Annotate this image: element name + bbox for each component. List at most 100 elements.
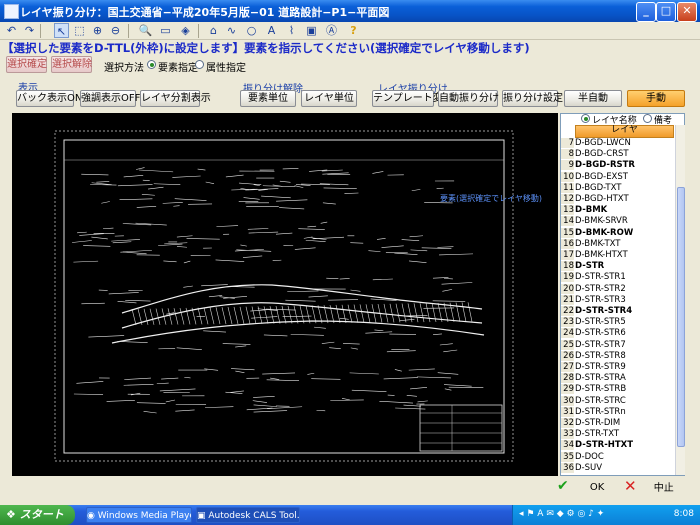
layer-row-name: D-STR-STRB <box>575 384 627 395</box>
layer-row-number: 29 <box>561 384 574 395</box>
help-icon[interactable]: ? <box>346 23 361 38</box>
minimize-button[interactable]: _ <box>636 2 656 22</box>
layer-row[interactable]: 9 D-BGD-RSTR <box>561 160 671 171</box>
layer-row[interactable]: 33 D-STR-TXT <box>561 429 671 440</box>
drawing-canvas[interactable]: 要素(選択確定でレイヤ移動) <box>12 113 558 476</box>
maximize-button[interactable]: □ <box>656 2 676 22</box>
unassign-layer-button[interactable]: レイヤ単位 <box>301 90 357 107</box>
layer-row[interactable]: 16 D-BMK-TXT <box>561 238 671 249</box>
release-selection-button[interactable]: 選択解除 <box>51 56 92 73</box>
layer-list[interactable]: 7 D-BGD-LWCN 8 D-BGD-CRST 9 D-BGD-RSTR 10 D-BGD… <box>561 138 674 474</box>
page-icon[interactable]: ▭ <box>158 23 173 38</box>
select-add-icon[interactable]: ⊕ <box>90 23 105 38</box>
template-change-button[interactable]: テンプレート変更 <box>372 90 453 107</box>
select-icon[interactable]: ⬚ <box>72 23 87 38</box>
radio-attribute[interactable] <box>195 60 204 69</box>
layer-row[interactable]: 24 D-STR-STR6 <box>561 328 671 339</box>
layer-row[interactable]: 32 D-STR-DIM <box>561 418 671 428</box>
assign-settings-button[interactable]: 振り分け設定 <box>502 90 563 107</box>
line-icon[interactable]: ∿ <box>224 23 239 38</box>
auto-assign-button[interactable]: 自動振り分け <box>438 90 499 107</box>
layer-row[interactable]: 18 D-STR <box>561 261 671 272</box>
layer-row-name: D-STR-STR4 <box>575 306 633 316</box>
toolbar: ↶ ↷ ↖ ⬚ ⊕ ⊖ 🔍 ▭ ◈ ⌂ ∿ ○ A ⌇ ▣ Ⓐ ? <box>0 22 700 40</box>
close-button[interactable]: ✕ <box>677 2 697 22</box>
layer-row[interactable]: 11 D-BGD-TXT <box>561 182 671 193</box>
layer-row[interactable]: 27 D-STR-STR9 <box>561 362 671 372</box>
layer-row[interactable]: 34 D-STR-HTXT <box>561 440 671 451</box>
layer-row[interactable]: 10 D-BGD-EXST <box>561 171 671 182</box>
confirm-selection-button[interactable]: 選択確定 <box>6 56 47 73</box>
tray-icons[interactable]: ◂ ⚑ A ✉ ◆ ⚙ ◎ ♪ ✦ <box>519 509 604 519</box>
layer-row[interactable]: 17 D-BMK-HTXT <box>561 250 671 260</box>
layer-row-name: D-STR-STR9 <box>575 362 626 372</box>
layer-row[interactable]: 26 D-STR-STR8 <box>561 350 671 361</box>
unassign-element-button[interactable]: 要素単位 <box>240 90 296 107</box>
layer-row[interactable]: 29 D-STR-STRB <box>561 384 671 395</box>
layer-row-name: D-BGD-CRST <box>575 149 629 160</box>
layer-row[interactable]: 28 D-STR-STRA <box>561 373 671 384</box>
layer-row[interactable]: 21 D-STR-STR3 <box>561 294 671 305</box>
layer-row[interactable]: 22 D-STR-STR4 <box>561 306 671 316</box>
polyline-icon[interactable]: ⌇ <box>284 23 299 38</box>
layer-row[interactable]: 20 D-STR-STR2 <box>561 283 671 294</box>
semi-auto-button[interactable]: 半自動 <box>564 90 622 107</box>
window-icon[interactable]: ⌂ <box>206 23 221 38</box>
layer-row-number: 20 <box>561 283 574 294</box>
text2-icon[interactable]: Ⓐ <box>324 23 339 38</box>
redo-icon[interactable]: ↷ <box>22 23 37 38</box>
layer-row-number: 33 <box>561 429 574 440</box>
layer-row[interactable]: 30 D-STR-STRC <box>561 395 671 406</box>
radio-note[interactable] <box>643 114 652 123</box>
layer-row[interactable]: 19 D-STR-STR1 <box>561 272 671 283</box>
layers-icon[interactable]: ◈ <box>178 23 193 38</box>
start-button[interactable]: ❖ スタート <box>0 505 75 525</box>
circle-icon[interactable]: ○ <box>244 23 259 38</box>
layer-row-number: 12 <box>561 194 574 204</box>
layer-row[interactable]: 12 D-BGD-HTXT <box>561 194 671 204</box>
layer-row-number: 28 <box>561 373 574 384</box>
layer-row[interactable]: 23 D-STR-STR5 <box>561 317 671 328</box>
layer-row[interactable]: 36 D-SUV <box>561 462 671 473</box>
layer-row-name: D-DOC <box>575 451 604 462</box>
task-cals-tool[interactable]: ▣ Autodesk CALS Tool... <box>196 507 300 523</box>
cad-drawing: 要素(選択確定でレイヤ移動) <box>54 130 542 462</box>
window-title: レイヤ振り分け：国土交通省−平成20年5月版−01 道路設計−P1−平面図 <box>20 6 390 19</box>
layer-scrollbar[interactable] <box>675 125 685 475</box>
layer-row-name: D-STR-STR2 <box>575 283 626 294</box>
undo-icon[interactable]: ↶ <box>4 23 19 38</box>
layer-row[interactable]: 35 D-DOC <box>561 451 671 462</box>
layer-row-name: D-BMK-HTXT <box>575 250 628 260</box>
layer-row-name: D-BGD-RSTR <box>575 160 635 171</box>
layer-row-name: D-STR-STR1 <box>575 272 626 283</box>
text-icon[interactable]: A <box>264 23 279 38</box>
layer-row[interactable]: 31 D-STR-STRn <box>561 406 671 417</box>
layer-row[interactable]: 7 D-BGD-LWCN <box>561 138 671 148</box>
selection-method-label: 選択方法 <box>104 63 144 74</box>
layer-row-name: D-BGD-EXST <box>575 171 628 182</box>
scrollbar-thumb[interactable] <box>677 187 685 447</box>
radio-element[interactable] <box>147 60 156 69</box>
layer-row[interactable]: 8 D-BGD-CRST <box>561 149 671 160</box>
zoom-icon[interactable]: 🔍 <box>138 23 153 38</box>
layer-row[interactable]: 25 D-STR-STR7 <box>561 339 671 350</box>
radio-layer-name[interactable] <box>581 114 590 123</box>
select-remove-icon[interactable]: ⊖ <box>108 23 123 38</box>
task-windows-media-player[interactable]: ◉ Windows Media Player <box>86 507 192 523</box>
back-display-button[interactable]: バック表示ON ▾ <box>16 90 91 107</box>
manual-button[interactable]: 手動 <box>627 90 685 107</box>
pointer-icon[interactable]: ↖ <box>54 23 69 38</box>
layer-split-button[interactable]: レイヤ分割表示 <box>140 90 211 107</box>
layer-row-number: 32 <box>561 418 574 428</box>
layer-column-header[interactable]: レイヤ <box>575 125 674 138</box>
layer-row-number: 22 <box>561 306 574 316</box>
cancel-button[interactable]: ✕ 中止 <box>624 478 684 494</box>
instruction-text: 【選択した要素をD-TTL(外枠)に設定します】要素を指示してください(選択確定… <box>2 41 530 55</box>
layer-row[interactable]: 15 D-BMK-ROW <box>561 227 671 238</box>
layer-row[interactable]: 14 D-BMK-SRVR <box>561 216 671 227</box>
layer-row[interactable]: 13 D-BMK <box>561 205 671 216</box>
emphasis-display-button[interactable]: 強調表示OFF <box>80 90 140 107</box>
image-icon[interactable]: ▣ <box>304 23 319 38</box>
ok-button[interactable]: ✔ OK <box>557 478 617 494</box>
layer-row-number: 14 <box>561 216 574 227</box>
